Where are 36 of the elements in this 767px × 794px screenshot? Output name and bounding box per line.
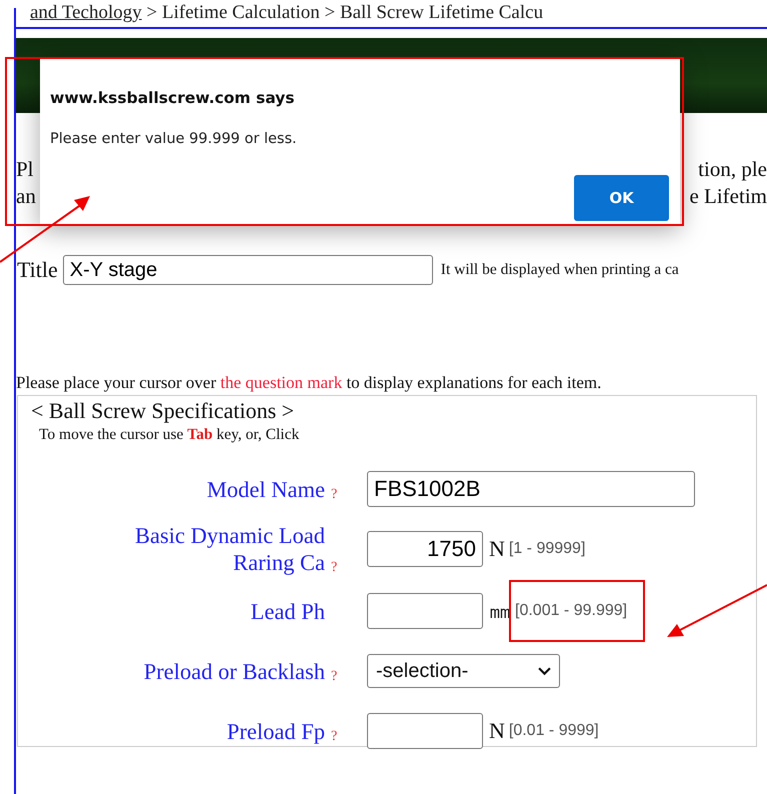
specs-legend: < Ball Screw Specifications > (31, 398, 756, 424)
help-mark[interactable]: ? (331, 668, 341, 684)
chevron-icon (538, 666, 551, 676)
number-input[interactable]: 1750 (367, 531, 483, 567)
dialog-title: www.kssballscrew.com says (50, 89, 295, 107)
field-label: Lead Ph (250, 598, 325, 624)
model-input[interactable]: FBS1002B (367, 471, 695, 507)
help-mark[interactable]: ? (331, 486, 341, 502)
field-label: Preload Fp (226, 718, 325, 744)
range-text: [0.001 - 99.999] (515, 602, 628, 620)
intro-text: an (16, 184, 36, 210)
title-hint: It will be displayed when printing a ca (440, 261, 679, 279)
dialog-message: Please enter value 99.999 or less. (50, 131, 297, 147)
title-input[interactable]: X-Y stage (62, 255, 433, 285)
field-label: Model Name (206, 476, 325, 502)
instruction-text: Please place your cursor over the question mark to display explanations for each item. (16, 373, 602, 393)
field-label: Basic Dynamic Load Raring Ca (135, 522, 325, 576)
breadcrumb-text: > Lifetime Calculation > Ball Screw Lifetime Calcu (146, 2, 544, 23)
specs-note: To move the cursor use Tab key, or, Click (39, 426, 300, 444)
range-text: [1 - 99999] (508, 540, 586, 558)
title-label: Title (17, 257, 58, 283)
ok-button[interactable]: OK (574, 175, 669, 221)
number-input[interactable] (367, 593, 483, 629)
number-input[interactable] (367, 713, 483, 749)
intro-text: e Lifetim (689, 184, 767, 210)
intro-text: Pl (16, 157, 34, 183)
range-text: [0.01 - 9999] (508, 722, 599, 740)
help-mark[interactable]: ? (331, 728, 341, 744)
preload-select[interactable]: -selection- (367, 654, 560, 688)
help-mark[interactable]: ? (331, 560, 341, 576)
unit-label: N (489, 718, 505, 744)
unit-label: ㎜ (489, 597, 511, 625)
breadcrumb-link[interactable]: and Techology (30, 2, 142, 23)
field-label: Preload or Backlash (142, 658, 325, 684)
intro-text: tion, ple (698, 157, 767, 183)
unit-label: N (489, 536, 505, 562)
